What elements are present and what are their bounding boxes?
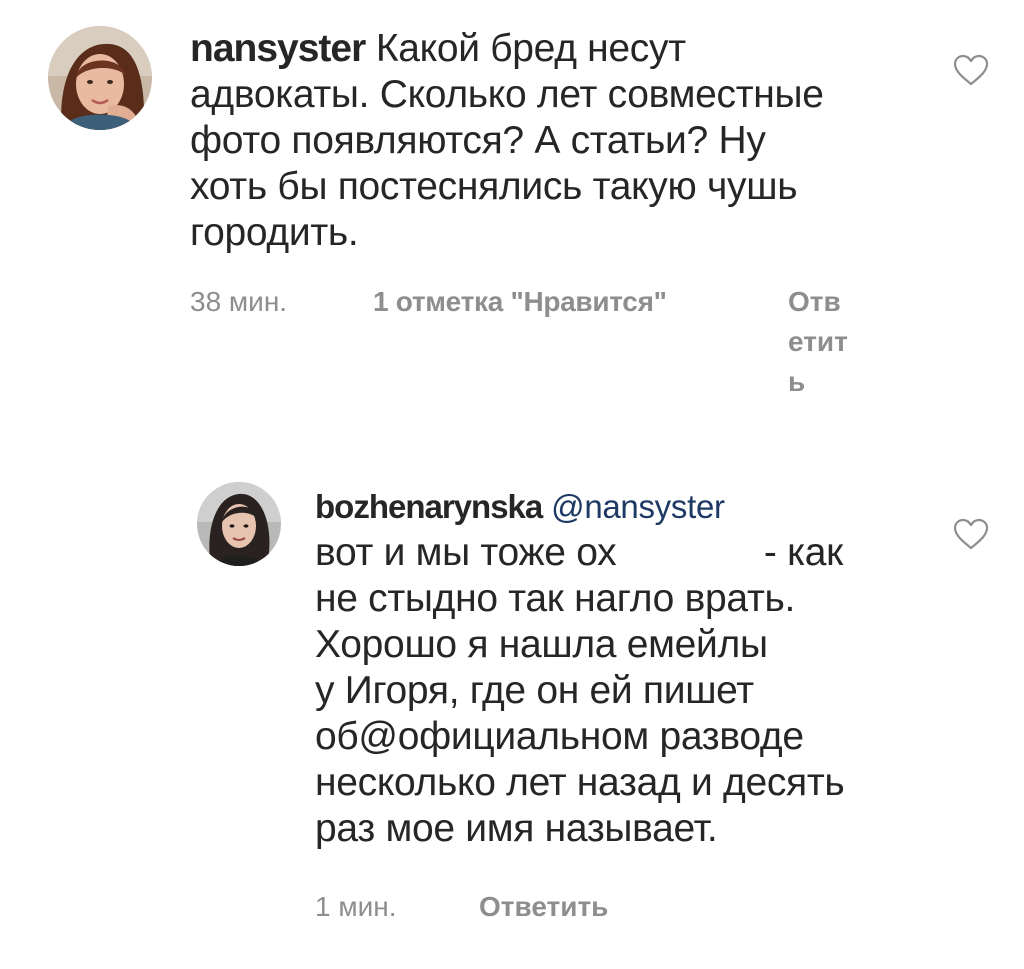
comment-nansyster: nansyster Какой бред несут адвокаты. Ско… bbox=[0, 0, 1024, 440]
heart-outline-icon[interactable] bbox=[953, 54, 989, 86]
reply-button[interactable]: Ответить bbox=[788, 282, 848, 402]
comment-username[interactable]: nansyster bbox=[190, 27, 366, 70]
reply-button[interactable]: Ответить bbox=[479, 887, 608, 927]
likes-count-link[interactable]: 1 отметка "Нравится" bbox=[373, 282, 667, 322]
comment-text: bozhenarynska @nansyster вот и мы тоже о… bbox=[315, 488, 845, 850]
mention-link[interactable]: @nansyster bbox=[551, 488, 725, 525]
comment-timestamp: 1 мин. bbox=[315, 891, 397, 922]
comment-text: nansyster Какой бред несут адвокаты. Ско… bbox=[190, 27, 824, 254]
avatar-nansyster[interactable] bbox=[48, 26, 152, 130]
avatar-bozhenarynska[interactable] bbox=[197, 482, 281, 566]
heart-outline-icon[interactable] bbox=[953, 518, 989, 550]
comment-bozhenarynska: bozhenarynska @nansyster вот и мы тоже о… bbox=[0, 470, 1024, 969]
comment-timestamp: 38 мин. bbox=[190, 286, 288, 317]
comment-meta: 38 мин. 1 отметка "Нравится" Ответить bbox=[190, 282, 910, 432]
comment-username[interactable]: bozhenarynska bbox=[315, 488, 543, 525]
comment-meta: 1 мин. Ответить bbox=[315, 887, 915, 931]
